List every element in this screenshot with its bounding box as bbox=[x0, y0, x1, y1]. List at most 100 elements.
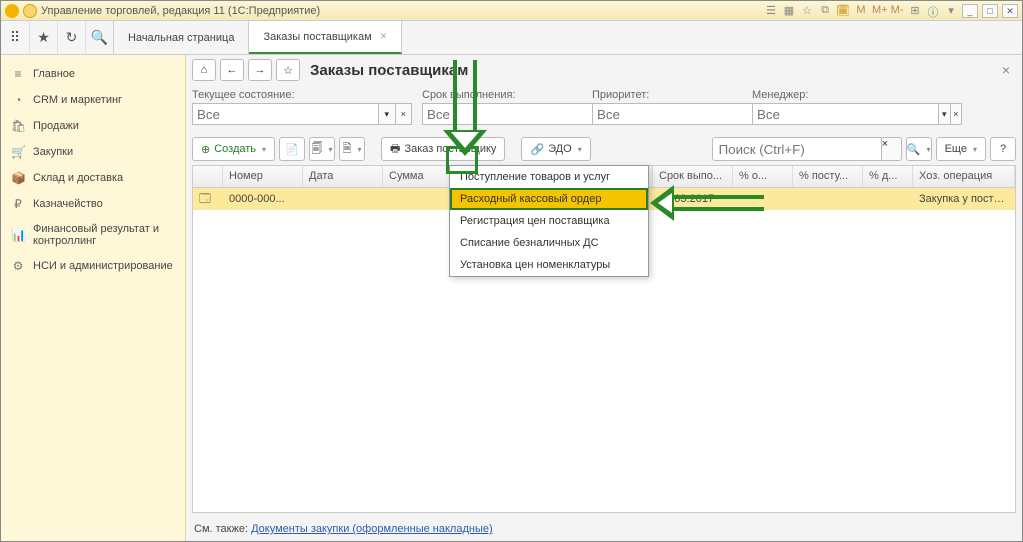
more-button[interactable]: Еще▾ bbox=[936, 137, 986, 161]
titlebar-m-button[interactable]: M bbox=[854, 4, 868, 18]
home-button[interactable]: ⌂ bbox=[192, 59, 216, 81]
filter-priority-label: Приоритет: bbox=[592, 89, 742, 101]
footer-prefix: См. также: bbox=[194, 523, 251, 535]
cell-pct3 bbox=[863, 196, 913, 202]
titlebar-icon[interactable]: ☆ bbox=[800, 4, 814, 18]
titlebar-icon[interactable]: 🗓 bbox=[836, 4, 850, 18]
footer-link[interactable]: Документы закупки (оформленные накладные… bbox=[251, 523, 493, 535]
sidebar-item-label: Главное bbox=[33, 68, 75, 80]
gear-icon: ⚙ bbox=[11, 259, 25, 273]
sidebar-item-label: CRM и маркетинг bbox=[33, 94, 122, 106]
edo-label: ЭДО bbox=[548, 143, 572, 155]
close-button[interactable]: ✕ bbox=[1002, 4, 1018, 18]
sidebar-item-label: Финансовый результат и контроллинг bbox=[33, 223, 175, 247]
th-date[interactable]: Дата bbox=[303, 166, 383, 187]
annotation-arrow-down bbox=[453, 60, 487, 156]
print-button[interactable]: 🗎▾ bbox=[339, 137, 365, 161]
cart-icon: 🛒 bbox=[11, 145, 25, 159]
filter-manager-label: Менеджер: bbox=[752, 89, 962, 101]
dropdown-button[interactable]: ▾ bbox=[379, 103, 396, 125]
menu-item-writeoff[interactable]: Списание безналичных ДС bbox=[450, 232, 648, 254]
history-icon[interactable]: ↻ bbox=[57, 21, 85, 54]
th-operation[interactable]: Хоз. операция bbox=[913, 166, 1015, 187]
th-sum[interactable]: Сумма bbox=[383, 166, 453, 187]
bars-icon: 📊 bbox=[11, 228, 25, 242]
cell-pct2 bbox=[793, 196, 863, 202]
page-title: Заказы поставщикам bbox=[310, 62, 992, 79]
sidebar-item-treasury[interactable]: ₽Казначейство bbox=[1, 191, 185, 217]
page-close-button[interactable]: × bbox=[996, 62, 1016, 78]
tab-label: Начальная страница bbox=[128, 32, 234, 44]
dropdown-button[interactable]: ▾ bbox=[939, 103, 951, 125]
sidebar-item-label: Закупки bbox=[33, 146, 73, 158]
th-number[interactable]: Номер bbox=[223, 166, 303, 187]
search-icon[interactable]: 🔍 bbox=[85, 21, 113, 54]
th-pct3[interactable]: % д... bbox=[863, 166, 913, 187]
edo-button[interactable]: 🔗 ЭДО▾ bbox=[521, 137, 590, 161]
sidebar-item-nsi[interactable]: ⚙ НСИ и администрирование bbox=[1, 253, 185, 279]
cell-date bbox=[303, 196, 383, 202]
maximize-button[interactable]: □ bbox=[982, 4, 998, 18]
clear-button[interactable]: × bbox=[951, 103, 963, 125]
sidebar-item-purchases[interactable]: 🛒 Закупки bbox=[1, 139, 185, 165]
find-button[interactable]: 🔍▾ bbox=[906, 137, 932, 161]
chart-icon: ◔ bbox=[11, 93, 25, 107]
cell-number: 0000-000... bbox=[223, 190, 303, 208]
th-pct1[interactable]: % о... bbox=[733, 166, 793, 187]
titlebar-m-plus-button[interactable]: M+ bbox=[872, 4, 886, 18]
favorite-button[interactable]: ☆ bbox=[276, 59, 300, 81]
create-label: Создать bbox=[214, 143, 256, 155]
titlebar-icon[interactable]: ⧉ bbox=[818, 4, 832, 18]
cell-operation: Закупка у постав... bbox=[913, 190, 1015, 208]
forward-button[interactable]: → bbox=[248, 59, 272, 81]
menu-item-set-prices[interactable]: Установка цен номенклатуры bbox=[450, 254, 648, 276]
th-deadline[interactable]: Срок выпо... bbox=[653, 166, 733, 187]
create-based-on-menu: Поступление товаров и услуг Расходный ка… bbox=[449, 165, 649, 277]
filter-deadline-label: Срок выполнения: bbox=[422, 89, 582, 101]
sidebar-item-label: Склад и доставка bbox=[33, 172, 123, 184]
row-icon: 🗔 bbox=[193, 188, 223, 212]
nav-back-icon[interactable] bbox=[23, 4, 37, 18]
filter-state-label: Текущее состояние: bbox=[192, 89, 412, 101]
th-icon[interactable] bbox=[193, 166, 223, 187]
sidebar-item-label: НСИ и администрирование bbox=[33, 260, 173, 272]
th-pct2[interactable]: % посту... bbox=[793, 166, 863, 187]
tab-orders[interactable]: Заказы поставщикам ✕ bbox=[249, 21, 402, 54]
info-icon[interactable]: ⓘ bbox=[926, 4, 940, 18]
annotation-arrow-left bbox=[650, 185, 764, 221]
tab-home[interactable]: Начальная страница bbox=[114, 21, 249, 54]
sidebar-item-crm[interactable]: ◔ CRM и маркетинг bbox=[1, 87, 185, 113]
back-button[interactable]: ← bbox=[220, 59, 244, 81]
search-input[interactable] bbox=[712, 137, 882, 161]
filter-priority-input[interactable] bbox=[592, 103, 779, 125]
filter-manager-input[interactable] bbox=[752, 103, 939, 125]
sidebar-item-warehouse[interactable]: 📦Склад и доставка bbox=[1, 165, 185, 191]
create-based-on-button[interactable]: 🗐▾ bbox=[309, 137, 335, 161]
sidebar-item-sales[interactable]: 🛍Продажи bbox=[1, 113, 185, 139]
copy-button[interactable]: 📄 bbox=[279, 137, 305, 161]
filter-state-input[interactable] bbox=[192, 103, 379, 125]
titlebar-icon[interactable]: ⊞ bbox=[908, 4, 922, 18]
filter-deadline-input[interactable] bbox=[422, 103, 609, 125]
search-clear-button[interactable]: × bbox=[882, 137, 902, 161]
menu-item-cash-expense[interactable]: Расходный кассовый ордер bbox=[450, 188, 648, 210]
dropdown-icon[interactable]: ▾ bbox=[944, 4, 958, 18]
clear-button[interactable]: × bbox=[396, 103, 413, 125]
tab-close-icon[interactable]: ✕ bbox=[380, 31, 388, 42]
create-button[interactable]: ⊕Создать▾ bbox=[192, 137, 275, 161]
help-button[interactable]: ? bbox=[990, 137, 1016, 161]
sidebar-item-label: Продажи bbox=[33, 120, 79, 132]
sidebar-item-main[interactable]: ≡Главное bbox=[1, 61, 185, 87]
star-icon[interactable]: ★ bbox=[29, 21, 57, 54]
more-label: Еще bbox=[945, 143, 967, 155]
titlebar-m-minus-button[interactable]: M- bbox=[890, 4, 904, 18]
menu-item-receipt[interactable]: Поступление товаров и услуг bbox=[450, 166, 648, 188]
window-title: Управление торговлей, редакция 11 (1С:Пр… bbox=[41, 5, 320, 17]
titlebar-icon[interactable]: ☰ bbox=[764, 4, 778, 18]
titlebar-icon[interactable]: ▦ bbox=[782, 4, 796, 18]
minimize-button[interactable]: _ bbox=[962, 4, 978, 18]
menu-item-register-prices[interactable]: Регистрация цен поставщика bbox=[450, 210, 648, 232]
apps-icon[interactable]: ⠿ bbox=[1, 21, 29, 54]
tab-label: Заказы поставщикам bbox=[263, 31, 371, 43]
sidebar-item-finance[interactable]: 📊 Финансовый результат и контроллинг bbox=[1, 217, 185, 253]
